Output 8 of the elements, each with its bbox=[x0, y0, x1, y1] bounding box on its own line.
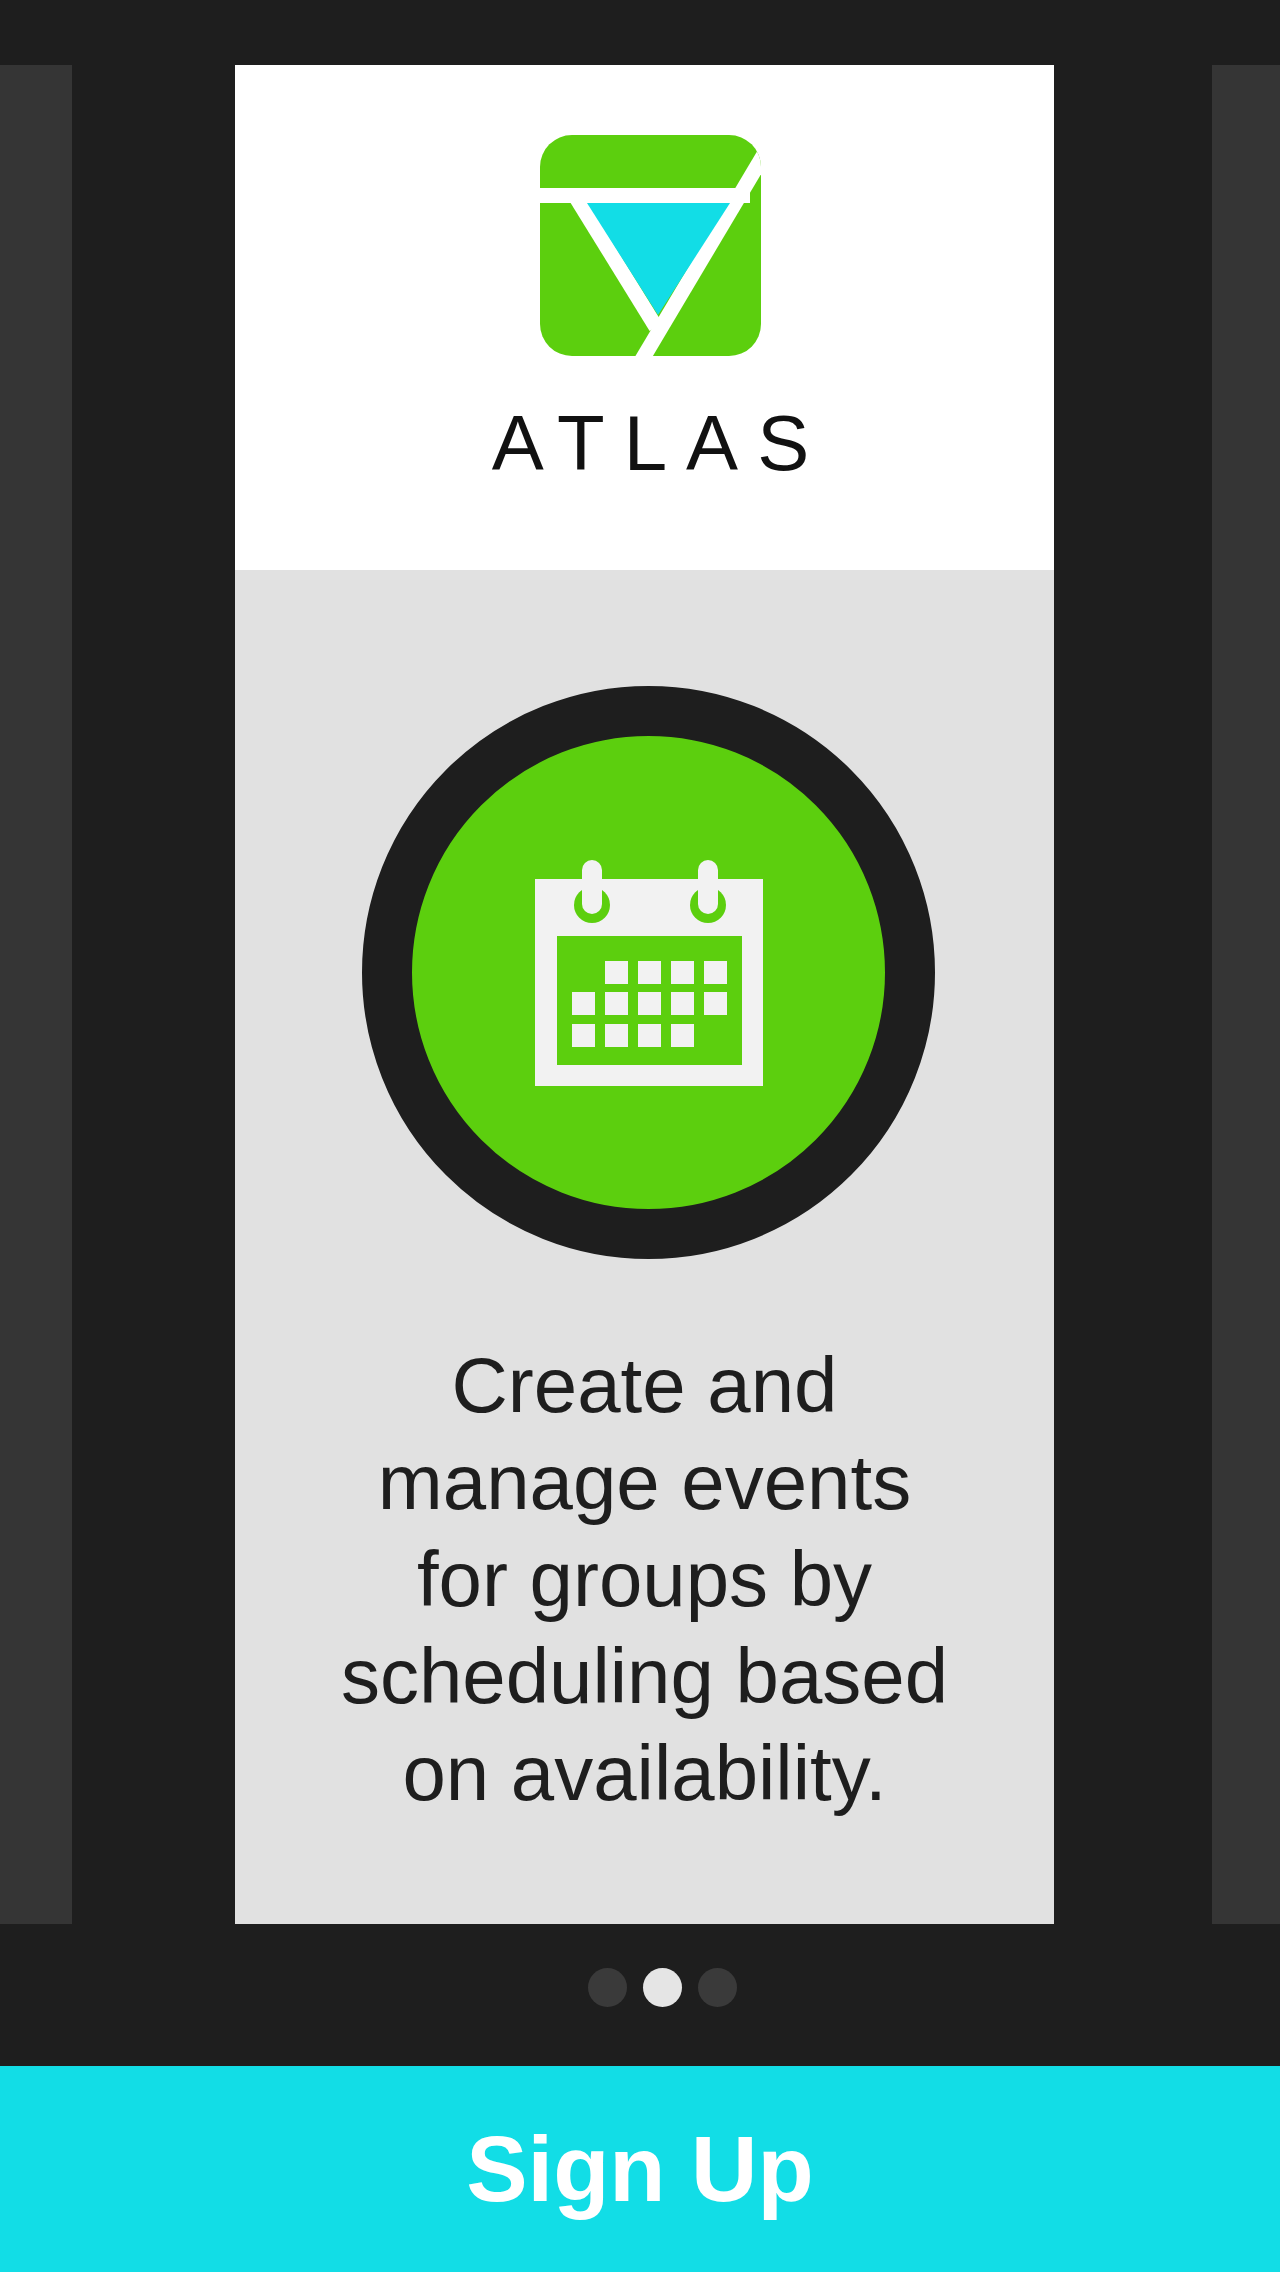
feature-description: Create and manage events for groups by scheduling based on availability. bbox=[339, 1340, 950, 1819]
logo-icon bbox=[540, 135, 761, 356]
page-dot[interactable] bbox=[588, 1968, 627, 2007]
page-dot[interactable] bbox=[643, 1968, 682, 2007]
page-dot[interactable] bbox=[698, 1968, 737, 2007]
sign-up-button[interactable]: Sign Up bbox=[0, 2066, 1280, 2272]
app-name: ATLAS bbox=[490, 404, 829, 482]
calendar-icon bbox=[535, 859, 763, 1086]
